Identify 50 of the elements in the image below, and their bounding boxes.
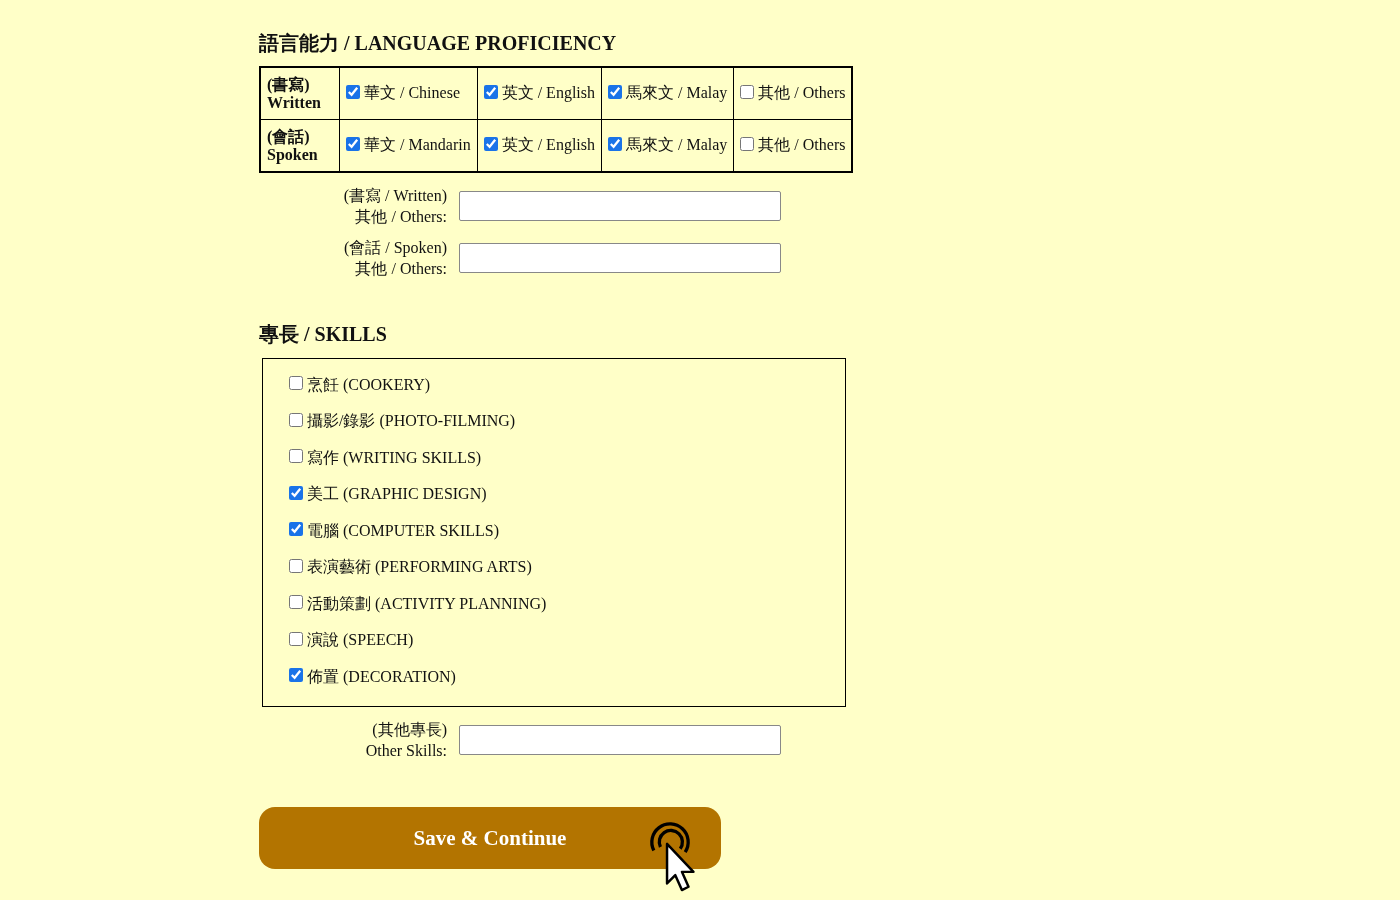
checkbox-label: 佈置 (DECORATION): [307, 666, 456, 688]
checkbox[interactable]: [289, 449, 303, 463]
field-label: 其他 / Others:: [354, 259, 447, 279]
save-button[interactable]: Save & Continue: [259, 807, 721, 869]
checkbox-label: 寫作 (WRITING SKILLS): [307, 447, 482, 469]
checkbox[interactable]: [483, 136, 498, 151]
checkbox[interactable]: [608, 84, 622, 99]
row-label: (會話): [267, 127, 311, 146]
checkbox[interactable]: [289, 376, 303, 390]
checkbox-label: 攝影/錄影 (PHOTO-FILMING): [307, 411, 516, 432]
checkbox[interactable]: [740, 84, 755, 99]
input-field[interactable]: [459, 725, 781, 755]
checkbox-label: 華文 / Mandarin: [364, 135, 471, 155]
checkbox-label: 烹飪 (COOKERY): [307, 374, 431, 396]
checkbox[interactable]: [289, 668, 303, 682]
checkbox[interactable]: [346, 84, 360, 99]
section-heading: 語言能力 / LANGUAGE PROFICIENCY: [259, 31, 618, 56]
field-label: 其他 / Others:: [354, 207, 447, 227]
checkbox-label: 其他 / Others: [758, 83, 846, 103]
checkbox-label: 其他 / Others: [758, 135, 846, 155]
checkbox[interactable]: [289, 485, 303, 500]
checkbox[interactable]: [346, 136, 360, 151]
checkbox[interactable]: [289, 522, 303, 536]
field-label: Other Skills:: [364, 741, 447, 761]
row-label: Spoken: [267, 145, 319, 164]
checkbox-label: 電腦 (COMPUTER SKILLS): [307, 520, 499, 542]
input-field[interactable]: [459, 191, 781, 221]
checkbox[interactable]: [740, 136, 755, 151]
checkbox[interactable]: [483, 84, 498, 99]
checkbox[interactable]: [289, 631, 303, 646]
checkbox[interactable]: [289, 558, 303, 573]
field-label: (會話 / Spoken): [342, 238, 447, 258]
checkbox-label: 馬來文 / Malay: [626, 135, 728, 156]
checkbox-label: 英文 / English: [501, 83, 595, 104]
checkbox[interactable]: [289, 412, 303, 427]
checkbox-label: 美工 (GRAPHIC DESIGN): [307, 484, 487, 505]
checkbox-label: 華文 / Chinese: [364, 83, 460, 103]
row-label: Written: [267, 93, 322, 112]
section-heading: 專長 / SKILLS: [259, 322, 388, 347]
row-label: (書寫): [267, 75, 311, 94]
checkbox-label: 演說 (SPEECH): [307, 630, 414, 651]
checkbox-label: 馬來文 / Malay: [626, 83, 728, 104]
checkbox[interactable]: [289, 595, 303, 609]
field-label: (其他專長): [371, 720, 447, 740]
checkbox-label: 活動策劃 (ACTIVITY PLANNING): [307, 593, 547, 615]
checkbox-label: 表演藝術 (PERFORMING ARTS): [307, 557, 532, 578]
checkbox[interactable]: [608, 136, 622, 151]
field-label: (書寫 / Written): [342, 186, 447, 206]
input-field[interactable]: [459, 243, 781, 273]
checkbox-label: 英文 / English: [501, 135, 595, 156]
